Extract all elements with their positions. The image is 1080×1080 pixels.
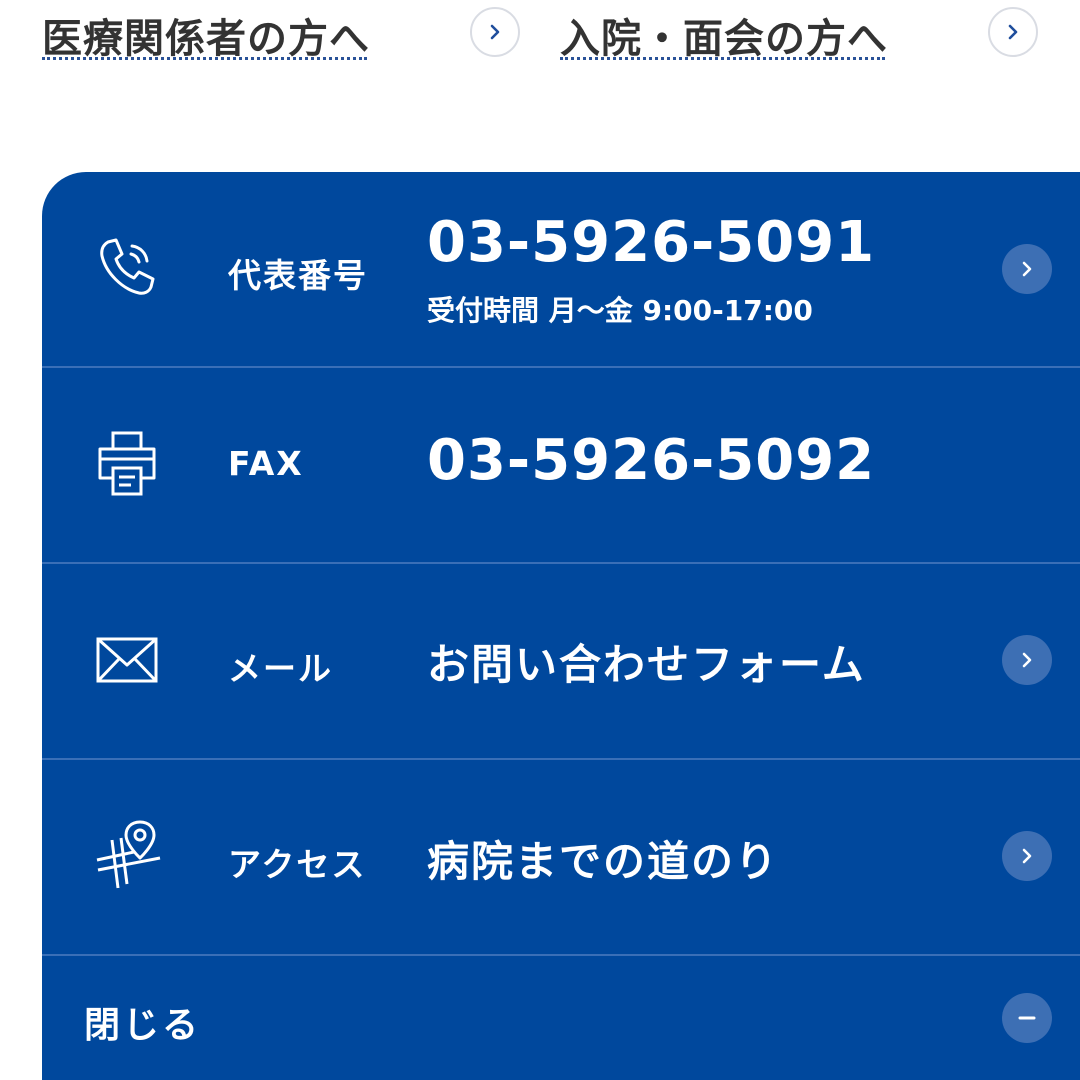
- phone-arrow-button[interactable]: [1002, 244, 1052, 294]
- mail-arrow-button[interactable]: [1002, 635, 1052, 685]
- close-row[interactable]: 閉じる: [42, 956, 1080, 1080]
- access-label: アクセス: [228, 845, 367, 884]
- envelope-icon: [94, 628, 160, 694]
- map-pin-icon: [94, 818, 161, 889]
- fax-label: FAX: [228, 444, 304, 483]
- inpatient-visitors-link-label: 入院・面会の方へ: [560, 16, 888, 62]
- contact-form-link[interactable]: お問い合わせフォーム: [427, 631, 866, 692]
- medical-professionals-arrow-button[interactable]: [470, 7, 520, 57]
- directions-link[interactable]: 病院までの道のり: [427, 828, 779, 889]
- mail-row[interactable]: メール お問い合わせフォーム: [42, 564, 1080, 760]
- inpatient-visitors-arrow-button[interactable]: [988, 7, 1038, 57]
- page: 医療関係者の方へ 入院・面会の方へ 代表番号 03-5926-5091 受付時間…: [0, 0, 1080, 1080]
- access-row[interactable]: アクセス 病院までの道のり: [42, 760, 1080, 956]
- mail-label: メール: [228, 649, 333, 688]
- inpatient-visitors-link[interactable]: 入院・面会の方へ: [560, 0, 1030, 64]
- phone-icon: [94, 234, 160, 300]
- chevron-right-icon: [490, 24, 500, 40]
- close-label: 閉じる: [84, 1005, 202, 1046]
- printer-icon: [94, 430, 160, 496]
- fax-number: 03-5926-5092: [427, 428, 876, 493]
- medical-professionals-link[interactable]: 医療関係者の方へ: [42, 0, 522, 64]
- chevron-right-icon: [1022, 652, 1032, 668]
- fax-row: FAX 03-5926-5092: [42, 368, 1080, 564]
- contact-panel: 代表番号 03-5926-5091 受付時間 月〜金 9:00-17:00 FA…: [42, 172, 1080, 1080]
- phone-label: 代表番号: [228, 256, 368, 295]
- link-underline: [560, 57, 885, 60]
- close-button[interactable]: [1002, 993, 1052, 1043]
- medical-professionals-link-label: 医療関係者の方へ: [42, 16, 370, 62]
- access-arrow-button[interactable]: [1002, 831, 1052, 881]
- chevron-right-icon: [1022, 261, 1032, 277]
- chevron-right-icon: [1022, 848, 1032, 864]
- reception-hours: 受付時間 月〜金 9:00-17:00: [427, 294, 813, 327]
- link-underline: [42, 57, 367, 60]
- phone-number[interactable]: 03-5926-5091: [427, 210, 875, 275]
- minus-icon: [1018, 1016, 1036, 1020]
- chevron-right-icon: [1008, 24, 1018, 40]
- phone-row[interactable]: 代表番号 03-5926-5091 受付時間 月〜金 9:00-17:00: [42, 172, 1080, 368]
